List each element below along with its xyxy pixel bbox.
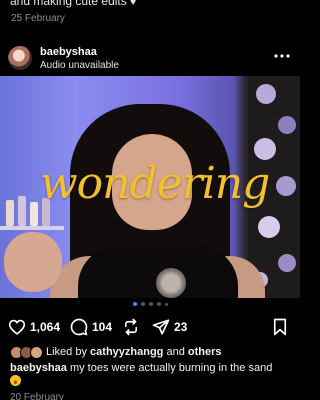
post-media[interactable]: wondering (0, 76, 300, 298)
caption-text: my toes were actually burning in the san… (69, 362, 273, 374)
more-options-button[interactable] (272, 46, 292, 66)
post-date: 20 February (10, 392, 64, 400)
previous-post-date: 25 February (11, 13, 65, 24)
liked-by-row[interactable]: Liked by cathyyzhangg and others (0, 345, 300, 361)
like-button[interactable]: 1,064 (8, 316, 60, 338)
carousel-dot (156, 302, 161, 306)
share-button[interactable]: 23 (152, 316, 187, 338)
liked-by-and: and (166, 346, 185, 358)
liked-by-username[interactable]: cathyyzhangg (90, 346, 163, 358)
liked-by-prefix: Liked by (46, 346, 87, 358)
more-dots-icon (274, 54, 290, 58)
previous-post-caption: and making cute edits ♥ (10, 0, 136, 8)
carousel-indicator (0, 302, 300, 308)
overlay-text: wondering (40, 158, 270, 209)
liker-avatars (10, 346, 46, 359)
comment-button[interactable]: 104 (70, 316, 112, 338)
bookmark-icon (273, 318, 287, 336)
carousel-dot-active (132, 302, 137, 306)
heart-icon (8, 319, 26, 335)
audio-label: Audio unavailable (40, 60, 119, 71)
person-hand (4, 232, 62, 292)
comments-count: 104 (92, 320, 113, 334)
caption-username[interactable]: baebyshaa (10, 362, 67, 374)
post-action-bar: 1,064 104 23 (0, 316, 300, 338)
repost-icon (124, 318, 138, 336)
comment-bubble-icon (70, 318, 88, 336)
carousel-dot (140, 302, 145, 306)
microphone (156, 268, 186, 298)
post-header: baebyshaa Audio unavailable (0, 42, 300, 76)
repost-button[interactable] (122, 316, 140, 338)
carousel-dot (148, 302, 153, 306)
save-button[interactable] (272, 316, 288, 338)
white-heart-icon: ♥ (130, 0, 137, 8)
post-caption: baebyshaa my toes were actually burning … (10, 361, 292, 389)
hot-face-emoji-icon (10, 375, 21, 386)
likes-count: 1,064 (30, 320, 61, 334)
avatar[interactable] (8, 46, 32, 70)
liked-by-text: Liked by cathyyzhangg and others (46, 346, 222, 358)
carousel-dot (164, 303, 168, 306)
avatar (30, 346, 43, 359)
post-username[interactable]: baebyshaa (40, 46, 97, 58)
paper-plane-icon (152, 319, 170, 335)
liked-by-others-link[interactable]: others (188, 346, 222, 358)
shares-count: 23 (174, 320, 188, 334)
